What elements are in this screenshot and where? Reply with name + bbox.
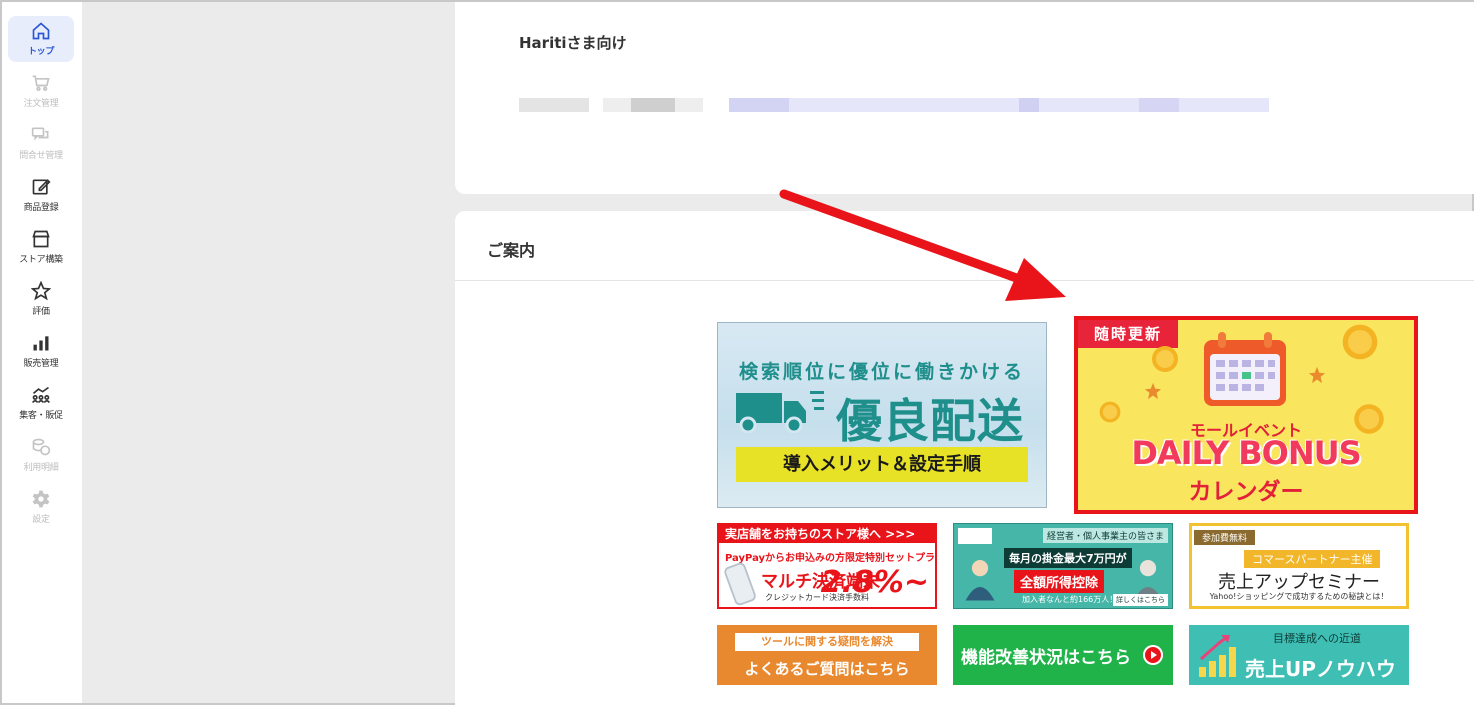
banner-tag: ツールに関する疑問を解決 — [735, 633, 919, 651]
coin-icon — [1342, 324, 1378, 360]
bar-chart-icon — [33, 336, 49, 351]
sidebar-item-orders[interactable]: 注文管理 — [8, 68, 74, 114]
banner-line2: コマースパートナー主催 — [1244, 550, 1381, 568]
banner-top-label: 経営者・個人事業主の皆さま — [1042, 528, 1168, 543]
truck-icon — [736, 391, 824, 433]
sidebar-item-marketing[interactable]: 集客・販促 — [8, 380, 74, 426]
sidebar-item-inquiries[interactable]: 問合せ管理 — [8, 120, 74, 166]
guide-card: ご案内 検索順位に優位に働きかける 優良配送 導入メリット＆設定手順 随時更新 — [455, 211, 1474, 705]
store-card: Haritiさま向け — [455, 2, 1474, 194]
sidebar-item-label: 利用明細 — [23, 463, 59, 473]
sidebar-item-label: 問合せ管理 — [19, 151, 63, 161]
sidebar-item-settings[interactable]: 設定 — [8, 484, 74, 530]
play-icon — [1143, 645, 1163, 665]
banner-line2: 毎月の掛金最大7万円が — [1004, 548, 1132, 568]
edit-icon — [32, 179, 51, 195]
banner-title: 優良配送 — [836, 394, 1024, 448]
sidebar-item-label: 注文管理 — [23, 99, 59, 109]
banner-excellent-delivery[interactable]: 検索順位に優位に働きかける 優良配送 導入メリット＆設定手順 — [717, 322, 1047, 508]
cart-icon — [32, 75, 50, 91]
sidebar-item-reviews[interactable]: 評価 — [8, 276, 74, 322]
banner-line4: Yahoo!ショッピングで成功するための秘訣とは！ — [1209, 592, 1389, 601]
banner-title: 売上UPノウハウ — [1245, 657, 1396, 681]
sidebar-item-label: 集客・販促 — [19, 411, 63, 421]
banner-line1: 目標達成への近道 — [1273, 632, 1361, 645]
payment-terminal-icon — [724, 562, 756, 606]
gear-icon — [32, 490, 50, 508]
banner-title: DAILY BONUS — [1131, 434, 1361, 472]
banner-feature-improvements[interactable]: 機能改善状況はこちら — [953, 625, 1173, 685]
banner-title: 機能改善状況はこちら — [961, 648, 1131, 668]
guide-title: ご案内 — [487, 241, 536, 260]
star-icon — [1144, 382, 1162, 400]
person-icon — [965, 560, 995, 601]
banner-line4: 加入者なんと約166万人！ — [1022, 595, 1118, 604]
store-title: Haritiさま向け — [519, 34, 627, 52]
banner-tax-deduction[interactable]: 経営者・個人事業主の皆さま 毎月の掛金最大7万円が 全額所得控除 加入者なんと約… — [953, 523, 1173, 609]
banner-header: 実店舗をお持ちのストア様へ >>> — [719, 525, 935, 543]
banner-title: 全額所得控除 — [1014, 570, 1105, 593]
people-chart-icon — [32, 386, 50, 404]
sidebar: トップ 注文管理 問合せ管理 商品登録 ストア構築 評価 販売管理 集客・販促 … — [2, 2, 82, 703]
sidebar-item-billing[interactable]: 利用明細 — [8, 432, 74, 478]
banner-tag: 参加費無料 — [1194, 530, 1256, 545]
sidebar-item-top[interactable]: トップ — [8, 16, 74, 62]
sidebar-item-label: 販売管理 — [23, 359, 59, 369]
banner-sales-seminar[interactable]: 参加費無料 コマースパートナー主催 売上アップセミナー Yahoo!ショッピング… — [1189, 523, 1409, 609]
banner-faq[interactable]: ツールに関する疑問を解決 よくあるご質問はこちら — [717, 625, 937, 685]
coins-icon — [32, 438, 51, 456]
banner-button: 導入メリット＆設定手順 — [736, 447, 1028, 482]
sidebar-item-label: トップ — [27, 47, 55, 57]
banner-line3: カレンダー — [1188, 479, 1304, 505]
divider — [455, 280, 1474, 281]
sidebar-item-label: 評価 — [32, 307, 50, 317]
star-icon — [1308, 366, 1326, 384]
coin-icon — [1152, 346, 1178, 372]
calendar-icon — [1204, 332, 1286, 406]
banner-daily-bonus[interactable]: 随時更新 モールイベント DAILY BONUS カレンダー — [1074, 316, 1418, 514]
sidebar-item-store-builder[interactable]: ストア構築 — [8, 224, 74, 270]
store-icon — [32, 230, 50, 248]
banner-rate: 2.8%~ — [820, 565, 929, 600]
growth-chart-icon — [1199, 635, 1236, 677]
banner-sales-knowhow[interactable]: 目標達成への近道 売上UPノウハウ — [1189, 625, 1409, 685]
sidebar-item-sales[interactable]: 販売管理 — [8, 328, 74, 374]
sidebar-item-label: ストア構築 — [19, 255, 63, 265]
sidebar-item-label: 商品登録 — [23, 203, 59, 213]
logo — [958, 528, 992, 544]
sidebar-item-label: 設定 — [32, 515, 50, 525]
banner-button: 詳しくはこちら — [1113, 594, 1168, 606]
banner-paypay-terminal[interactable]: 実店舗をお持ちのストア様へ >>> PayPayからお申込みの方限定特別セットプ… — [717, 523, 937, 609]
star-icon — [31, 281, 51, 301]
home-icon — [32, 22, 50, 40]
chat-icon — [31, 127, 49, 141]
sidebar-item-product-registration[interactable]: 商品登録 — [8, 172, 74, 218]
banner-title: よくあるご質問はこちら — [744, 660, 910, 678]
banner-subtitle: 検索順位に優位に働きかける — [738, 361, 1025, 383]
blurred-store-info — [519, 98, 1269, 112]
